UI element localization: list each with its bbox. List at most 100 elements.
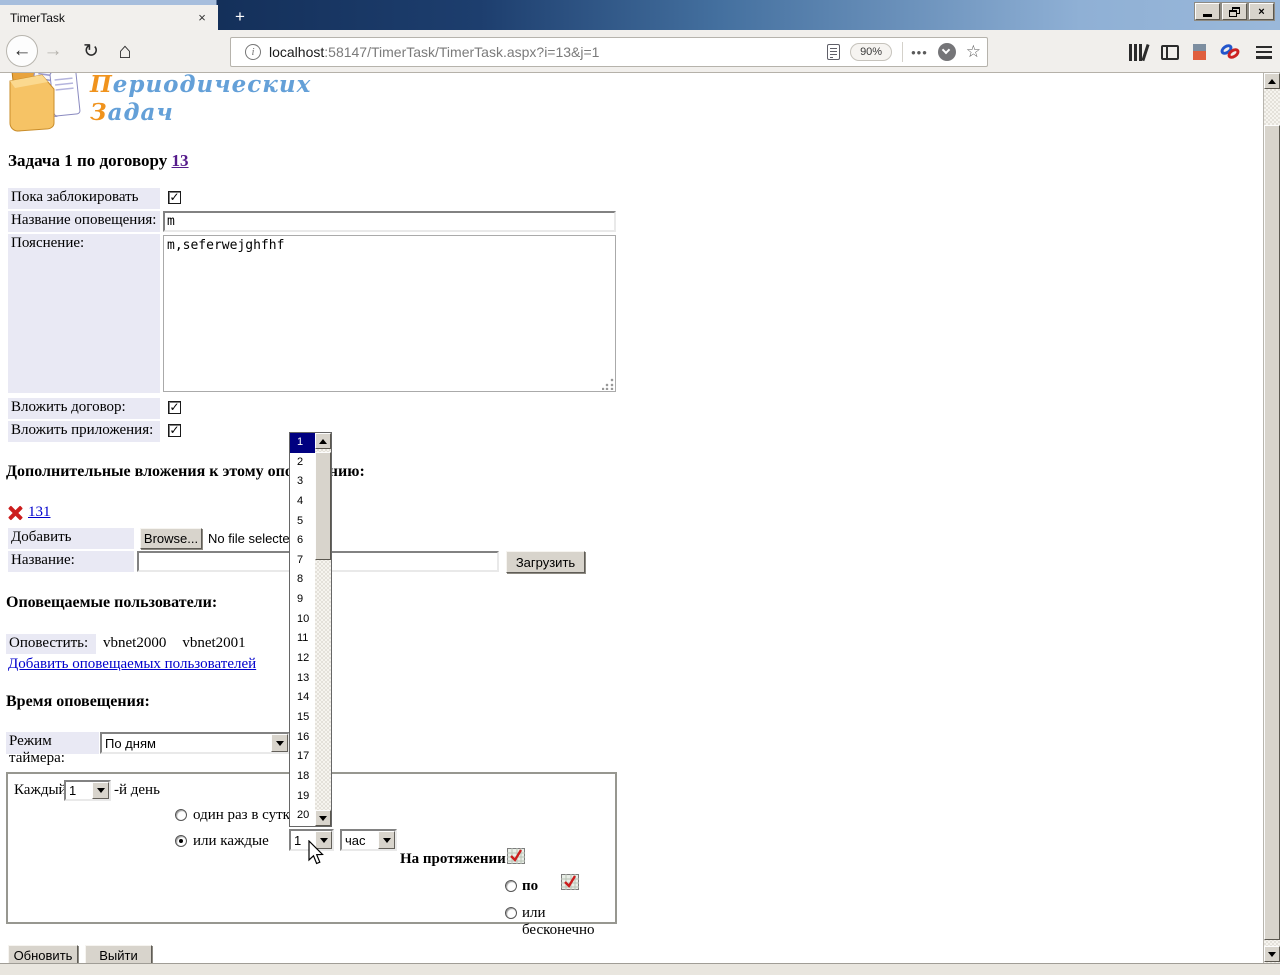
every-prefix: Каждый xyxy=(14,782,67,798)
page-actions-icon[interactable]: ••• xyxy=(911,45,928,60)
alert-name-input[interactable]: m xyxy=(163,211,616,232)
once-per-day-radio[interactable] xyxy=(175,809,187,821)
no-file-text: No file selected. xyxy=(208,531,301,546)
notified-user: vbnet2001 xyxy=(182,635,246,651)
extension-icon-2[interactable] xyxy=(1218,42,1242,61)
tab-close-icon[interactable]: × xyxy=(194,10,210,26)
every-interval-radio[interactable] xyxy=(175,835,187,847)
page-title: Задача 1 по договору 13 xyxy=(8,151,189,170)
attach-apps-checkbox[interactable]: ✓ xyxy=(168,424,181,437)
url-bar[interactable]: i localhost:58147/TimerTask/TimerTask.as… xyxy=(230,37,988,67)
app-logo-folder-icon xyxy=(9,73,81,132)
sidebar-icon[interactable] xyxy=(1161,44,1179,60)
zoom-level-badge[interactable]: 90% xyxy=(850,43,893,61)
scrollbar-thumb[interactable] xyxy=(1264,125,1280,940)
tab-timertask[interactable]: TimerTask × xyxy=(0,5,218,30)
extension-icon-1[interactable] xyxy=(1193,44,1206,60)
notified-user: vbnet2000 xyxy=(103,635,167,651)
url-host: localhost xyxy=(269,44,325,60)
app-logo-line2: Задач xyxy=(90,99,174,126)
lock-label: Пока заблокировать xyxy=(8,188,160,209)
until-radio[interactable] xyxy=(505,880,517,892)
timer-mode-select[interactable]: По дням xyxy=(100,732,290,754)
new-tab-button[interactable]: + xyxy=(228,6,252,29)
timing-heading: Время оповещения: xyxy=(6,693,150,710)
dropdown-popup: 1 2 3 4 5 6 7 8 9 10 11 12 13 14 15 16 17 18 19 20 xyxy=(289,432,332,827)
exit-button[interactable]: Выйти xyxy=(85,945,152,963)
attach-contract-checkbox[interactable]: ✓ xyxy=(168,401,181,414)
home-icon: ⌂ xyxy=(118,38,132,63)
chevron-down-icon xyxy=(378,831,395,849)
url-text[interactable]: localhost:58147/TimerTask/TimerTask.aspx… xyxy=(269,44,827,60)
minimize-button[interactable] xyxy=(1195,3,1220,20)
scroll-down-button[interactable] xyxy=(1264,946,1280,962)
note-label: Пояснение: xyxy=(8,234,160,393)
attachment-link[interactable]: 131 xyxy=(28,504,51,521)
reload-button[interactable]: ↻ xyxy=(76,40,106,63)
close-button[interactable]: × xyxy=(1249,3,1274,20)
once-per-day-label: один раз в сутки xyxy=(193,807,298,823)
page-scrollbar[interactable] xyxy=(1263,73,1280,963)
divider xyxy=(902,42,904,62)
delete-attachment-icon[interactable] xyxy=(8,505,23,521)
users-heading: Оповещаемые пользователи: xyxy=(6,594,218,611)
chevron-down-icon xyxy=(271,734,288,752)
scroll-down-button[interactable] xyxy=(315,810,331,826)
app-logo-line1: Периодических xyxy=(90,73,312,98)
every-interval-label: или каждые xyxy=(193,833,269,849)
reload-icon: ↻ xyxy=(83,40,99,62)
date-picker-until-icon[interactable] xyxy=(560,873,579,890)
infinite-radio[interactable] xyxy=(505,907,517,919)
add-attachment-label: Добавить вложение: xyxy=(8,528,134,562)
scroll-up-button[interactable] xyxy=(315,433,331,449)
every-suffix: -й день xyxy=(114,782,160,798)
lock-checkbox[interactable]: ✓ xyxy=(168,191,181,204)
back-button[interactable]: ← xyxy=(6,35,38,67)
update-button[interactable]: Обновить xyxy=(8,945,78,963)
duration-label: На протяжении с xyxy=(400,851,517,867)
mouse-cursor xyxy=(308,840,324,865)
attach-contract-label: Вложить договор: xyxy=(8,398,160,419)
attach-apps-label: Вложить приложения: xyxy=(8,421,160,442)
url-path: :58147/TimerTask/TimerTask.aspx?i=13&j=1 xyxy=(324,44,600,60)
back-icon: ← xyxy=(12,40,32,61)
note-textarea[interactable]: m,seferwejghfhf xyxy=(163,235,616,392)
window-bottom-edge xyxy=(0,963,1280,975)
contract-link[interactable]: 13 xyxy=(172,151,189,170)
restore-icon xyxy=(1229,6,1240,17)
navigation-toolbar: ← → ↻ ⌂ i localhost:58147/TimerTask/Time… xyxy=(0,30,1280,73)
scrollbar-thumb[interactable] xyxy=(315,452,331,560)
site-info-icon[interactable]: i xyxy=(245,44,261,60)
infinite-label: или бесконечно xyxy=(522,905,595,938)
pocket-icon[interactable] xyxy=(937,43,956,61)
chevron-down-icon xyxy=(92,782,109,799)
forward-icon: → xyxy=(43,40,63,61)
forward-button[interactable]: → xyxy=(38,40,68,62)
tab-title: TimerTask xyxy=(10,10,65,25)
add-users-link[interactable]: Добавить оповещаемых пользователей xyxy=(8,656,256,673)
scroll-up-button[interactable] xyxy=(1264,73,1280,89)
titlebar: TimerTask × + × xyxy=(0,0,1280,30)
date-picker-from-icon[interactable] xyxy=(507,847,525,864)
restore-button[interactable] xyxy=(1222,3,1247,20)
home-button[interactable]: ⌂ xyxy=(110,38,140,64)
reader-mode-icon[interactable] xyxy=(827,44,841,60)
browser-window: TimerTask × + × ← → ↻ ⌂ i localhost:5814… xyxy=(0,0,1280,975)
minimize-icon xyxy=(1203,14,1212,17)
notify-label: Оповестить: xyxy=(6,634,96,654)
library-icon[interactable] xyxy=(1129,43,1150,61)
notified-users: vbnet2000 vbnet2001 xyxy=(103,635,246,652)
every-day-select[interactable]: 1 xyxy=(64,780,111,801)
unit-select[interactable]: час xyxy=(340,829,397,851)
page-content: Периодических Задач Задача 1 по договору… xyxy=(0,73,1262,963)
upload-button[interactable]: Загрузить xyxy=(506,551,585,573)
attachment-name-label: Название: xyxy=(8,551,134,572)
timer-mode-label: Режим таймера: xyxy=(6,732,99,766)
resize-grip-icon[interactable] xyxy=(602,378,614,390)
menu-icon[interactable] xyxy=(1256,45,1272,59)
bookmark-star-icon[interactable]: ☆ xyxy=(966,42,981,62)
dropdown-scrollbar[interactable] xyxy=(315,433,331,826)
until-label: по xyxy=(522,878,539,894)
browse-button[interactable]: Browse... xyxy=(140,528,202,549)
alert-name-label: Название оповещения: xyxy=(8,211,160,232)
